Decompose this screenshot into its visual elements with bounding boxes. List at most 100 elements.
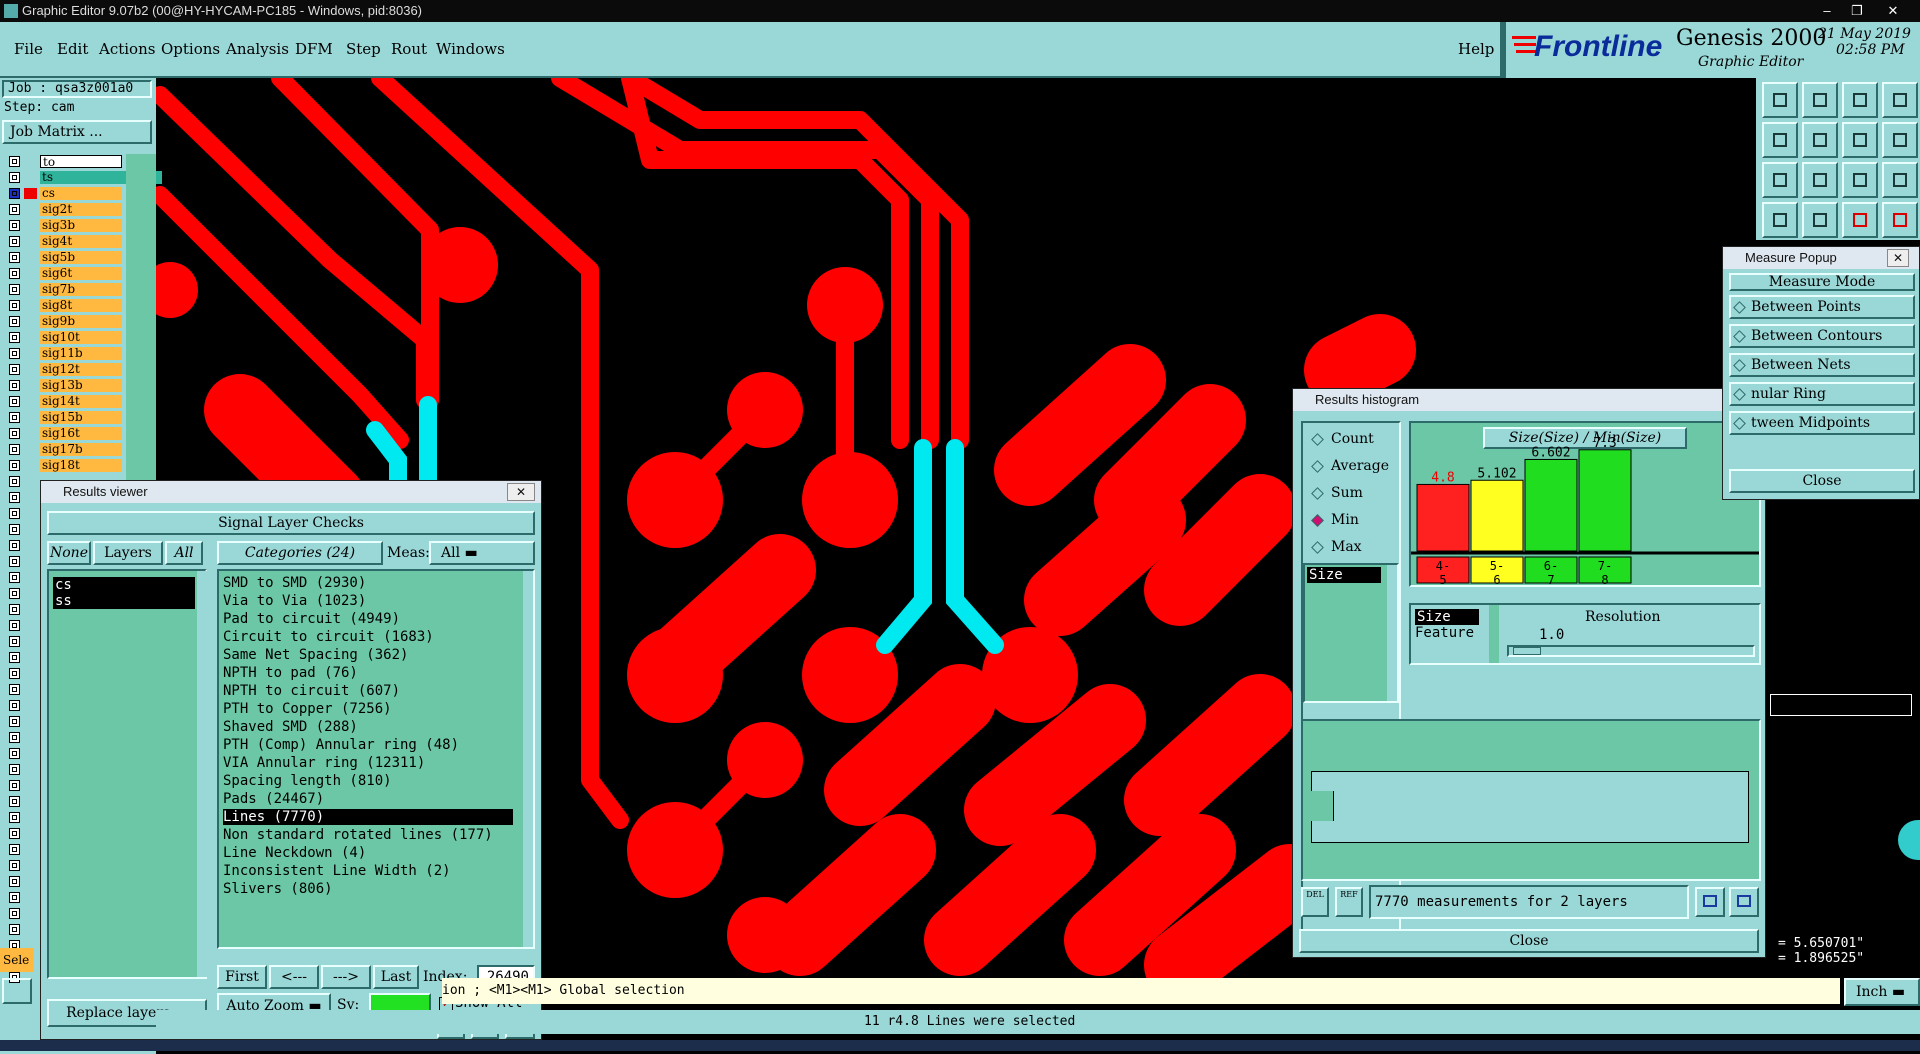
layer-name[interactable]: sig4t	[40, 235, 122, 248]
layer-checkbox[interactable]	[9, 876, 20, 887]
menu-dfm[interactable]: DFM	[295, 40, 333, 58]
layer-checkbox[interactable]	[9, 828, 20, 839]
layers-all-button[interactable]: All	[165, 541, 203, 565]
last-button[interactable]: Last	[373, 965, 419, 989]
results-viewer-close-icon[interactable]: ✕	[507, 483, 535, 501]
layer-checkbox[interactable]	[9, 572, 20, 583]
layer-checkbox[interactable]	[9, 188, 20, 199]
layer-name[interactable]: sig17b	[40, 443, 122, 456]
field-item[interactable]: Size	[1307, 567, 1381, 583]
snap-icon[interactable]	[1842, 202, 1878, 238]
measure-mode-item[interactable]: Between Nets	[1729, 353, 1915, 377]
radio-diamond-icon[interactable]	[1733, 359, 1746, 372]
category-item[interactable]: VIA Annular ring (12311)	[223, 755, 425, 771]
layer-checkbox[interactable]	[9, 396, 20, 407]
export-icon[interactable]	[1695, 887, 1725, 917]
next-button[interactable]: --->	[321, 965, 371, 989]
category-item[interactable]: PTH (Comp) Annular ring (48)	[223, 737, 459, 753]
layer-checkbox[interactable]	[9, 252, 20, 263]
category-item[interactable]: Shaved SMD (288)	[223, 719, 358, 735]
scale-icon[interactable]	[1842, 162, 1878, 198]
chart-hscrollbar[interactable]	[1409, 589, 1761, 599]
category-item[interactable]: Via to Via (1023)	[223, 593, 366, 609]
size-option[interactable]: Size	[1415, 609, 1479, 625]
histogram-close-button[interactable]: Close	[1299, 929, 1759, 953]
layer-name[interactable]: sig7b	[40, 283, 122, 296]
category-item[interactable]: Lines (7770)	[223, 809, 513, 825]
print-icon[interactable]	[1729, 887, 1759, 917]
measure-mode-item[interactable]: nular Ring	[1729, 382, 1915, 406]
panel-icon[interactable]	[1882, 82, 1918, 118]
layer-checkbox[interactable]	[9, 204, 20, 215]
layer-checkbox[interactable]	[9, 284, 20, 295]
measure-close-icon[interactable]: ✕	[1887, 249, 1909, 267]
category-item[interactable]: Line Neckdown (4)	[223, 845, 366, 861]
radio-diamond-icon[interactable]	[1311, 514, 1324, 527]
layer-name[interactable]: sig8t	[40, 299, 122, 312]
layer-name[interactable]: sig9b	[40, 315, 122, 328]
option-sum[interactable]: Sum	[1309, 485, 1399, 505]
layer-name[interactable]: cs	[40, 187, 122, 200]
maximize-button[interactable]: ❐	[1844, 0, 1870, 22]
menu-analysis[interactable]: Analysis	[226, 40, 289, 58]
layer-name[interactable]: sig13b	[40, 379, 122, 392]
resolution-slider[interactable]	[1507, 645, 1755, 657]
layer-name[interactable]: sig10t	[40, 331, 122, 344]
layer-checkbox[interactable]	[9, 508, 20, 519]
layer-name[interactable]: sig3b	[40, 219, 122, 232]
radio-diamond-icon[interactable]	[1311, 460, 1324, 473]
layer-checkbox[interactable]	[9, 460, 20, 471]
hist-ref-button[interactable]: REF	[1335, 887, 1363, 917]
layer-checkbox[interactable]	[9, 620, 20, 631]
radio-diamond-icon[interactable]	[1733, 417, 1746, 430]
category-item[interactable]: NPTH to circuit (607)	[223, 683, 400, 699]
layer-checkbox[interactable]	[9, 892, 20, 903]
zoom-out-icon[interactable]	[1762, 162, 1798, 198]
zoom-home-icon[interactable]	[1762, 82, 1798, 118]
categories-scrollbar[interactable]	[523, 571, 533, 947]
layer-name[interactable]: sig18t	[40, 459, 122, 472]
menu-file[interactable]: File	[14, 40, 43, 58]
edit-mode-icon[interactable]	[2, 978, 32, 1004]
layer-checkbox[interactable]	[9, 588, 20, 599]
layer-checkbox[interactable]	[9, 700, 20, 711]
category-item[interactable]: Inconsistent Line Width (2)	[223, 863, 451, 879]
menu-help[interactable]: Help	[1458, 40, 1494, 58]
layer-checkbox[interactable]	[9, 684, 20, 695]
category-item[interactable]: Same Net Spacing (362)	[223, 647, 408, 663]
option-average[interactable]: Average	[1309, 458, 1399, 478]
layer-name[interactable]: sig2t	[40, 203, 122, 216]
first-button[interactable]: First	[217, 965, 267, 989]
menu-options[interactable]: Options	[161, 40, 220, 58]
layer-checkbox[interactable]	[9, 444, 20, 455]
layer-checkbox[interactable]	[9, 428, 20, 439]
radio-diamond-icon[interactable]	[1311, 433, 1324, 446]
categories-button[interactable]: Categories (24)	[217, 541, 383, 565]
layer-checkbox[interactable]	[9, 908, 20, 919]
layer-checkbox[interactable]	[9, 764, 20, 775]
zoom-fit-icon[interactable]	[1802, 82, 1838, 118]
layer-name[interactable]: sig14t	[40, 395, 122, 408]
layers-button[interactable]: Layers	[93, 541, 163, 565]
layer-checkbox[interactable]	[9, 668, 20, 679]
category-item[interactable]: Circuit to circuit (1683)	[223, 629, 434, 645]
help-icon[interactable]	[1882, 162, 1918, 198]
layer-checkbox[interactable]	[9, 780, 20, 791]
layer-checkbox[interactable]	[9, 492, 20, 503]
option-min[interactable]: Min	[1309, 512, 1399, 532]
categories-hscrollbar[interactable]	[217, 951, 535, 961]
layer-name[interactable]: sig6t	[40, 267, 122, 280]
layer-name[interactable]: sig12t	[40, 363, 122, 376]
option-max[interactable]: Max	[1309, 539, 1399, 559]
layer-checkbox[interactable]	[9, 156, 20, 167]
layer-name[interactable]: sig16t	[40, 427, 122, 440]
category-item[interactable]: Slivers (806)	[223, 881, 333, 897]
layer-checkbox[interactable]	[9, 556, 20, 567]
layer-checkbox[interactable]	[9, 364, 20, 375]
menu-step[interactable]: Step	[346, 40, 381, 58]
units-select[interactable]: Inch ▬	[1844, 978, 1920, 1006]
layer-checkbox[interactable]	[9, 380, 20, 391]
category-item[interactable]: NPTH to pad (76)	[223, 665, 358, 681]
menu-rout[interactable]: Rout	[391, 40, 427, 58]
zoom-in-icon[interactable]	[1802, 162, 1838, 198]
